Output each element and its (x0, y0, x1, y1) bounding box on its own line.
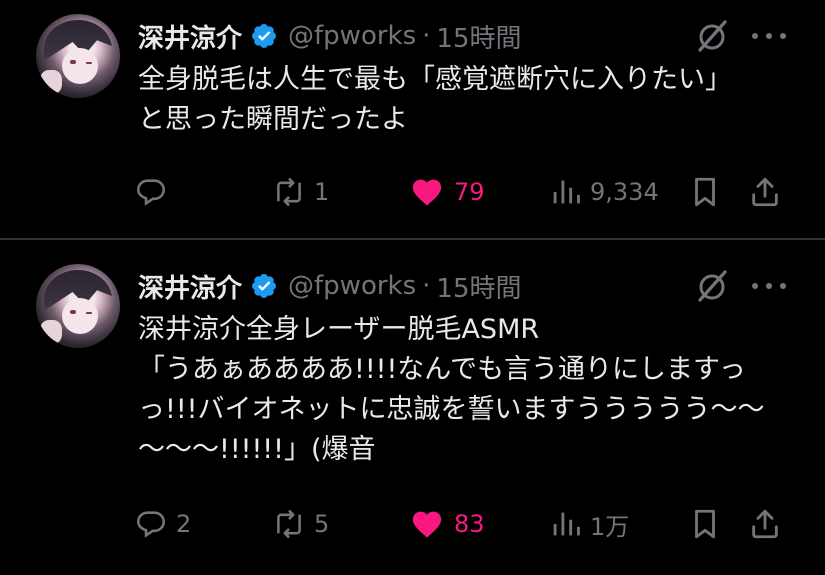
verified-badge-icon (250, 272, 278, 300)
reply-icon (136, 511, 166, 538)
share-button[interactable] (748, 504, 782, 544)
display-name[interactable]: 深井涼介 (138, 18, 242, 55)
bookmark-icon (695, 177, 715, 207)
tweet-header: 深井涼介 @fpworks · 15時間 (138, 18, 522, 54)
timestamp[interactable]: 15時間 (436, 18, 521, 55)
like-button[interactable]: 79 (410, 172, 485, 212)
retweet-button[interactable]: 5 (272, 504, 329, 544)
heart-icon (412, 179, 442, 206)
retweet-icon (277, 177, 301, 207)
avatar[interactable] (36, 14, 120, 98)
retweet-count: 5 (314, 510, 330, 538)
bookmark-button[interactable] (688, 504, 722, 544)
retweet-icon (277, 509, 301, 539)
like-count: 83 (454, 510, 485, 538)
action-bar: 2 5 83 1万 (134, 504, 794, 544)
tweet-header: 深井涼介 @fpworks · 15時間 (138, 268, 522, 304)
views-button[interactable]: 1万 (548, 504, 629, 544)
share-icon (752, 177, 778, 207)
display-name[interactable]: 深井涼介 (138, 268, 242, 305)
views-icon (553, 512, 580, 536)
reply-button[interactable]: 2 (134, 504, 191, 544)
avatar[interactable] (36, 264, 120, 348)
tweet[interactable]: 深井涼介 @fpworks · 15時間 深井涼介全身レーザー脱毛ASMR 「う… (0, 240, 825, 575)
views-count: 9,334 (590, 178, 659, 206)
retweet-button[interactable]: 1 (272, 172, 329, 212)
tweet[interactable]: 深井涼介 @fpworks · 15時間 全身脱毛は人生で最も「感覚遮断穴に入り… (0, 0, 825, 238)
verified-badge-icon (250, 22, 278, 50)
share-icon (752, 509, 778, 539)
reply-button[interactable] (134, 172, 176, 212)
views-count: 1万 (590, 512, 630, 541)
handle[interactable]: @fpworks (288, 271, 416, 301)
grok-icon[interactable] (694, 268, 730, 304)
like-count: 79 (454, 178, 485, 206)
action-bar: 1 79 9,334 (134, 172, 794, 212)
handle[interactable]: @fpworks (288, 21, 416, 51)
more-icon[interactable] (752, 31, 786, 41)
separator-dot: · (422, 21, 431, 51)
more-icon[interactable] (752, 281, 786, 291)
tweet-text: 全身脱毛は人生で最も「感覚遮断穴に入りたい」 と思った瞬間だったよ (138, 64, 732, 135)
views-button[interactable]: 9,334 (548, 172, 659, 212)
heart-icon (412, 511, 442, 538)
views-icon (553, 180, 580, 204)
grok-icon[interactable] (694, 18, 730, 54)
bookmark-icon (695, 509, 715, 539)
bookmark-button[interactable] (688, 172, 722, 212)
like-button[interactable]: 83 (410, 504, 485, 544)
reply-icon (136, 179, 166, 206)
timestamp[interactable]: 15時間 (436, 268, 521, 305)
reply-count: 2 (176, 510, 192, 538)
share-button[interactable] (748, 172, 782, 212)
separator-dot: · (422, 271, 431, 301)
tweet-text: 深井涼介全身レーザー脱毛ASMR 「うあぁああああ!!!!なんでも言う通りにしま… (138, 314, 765, 465)
retweet-count: 1 (314, 178, 330, 206)
